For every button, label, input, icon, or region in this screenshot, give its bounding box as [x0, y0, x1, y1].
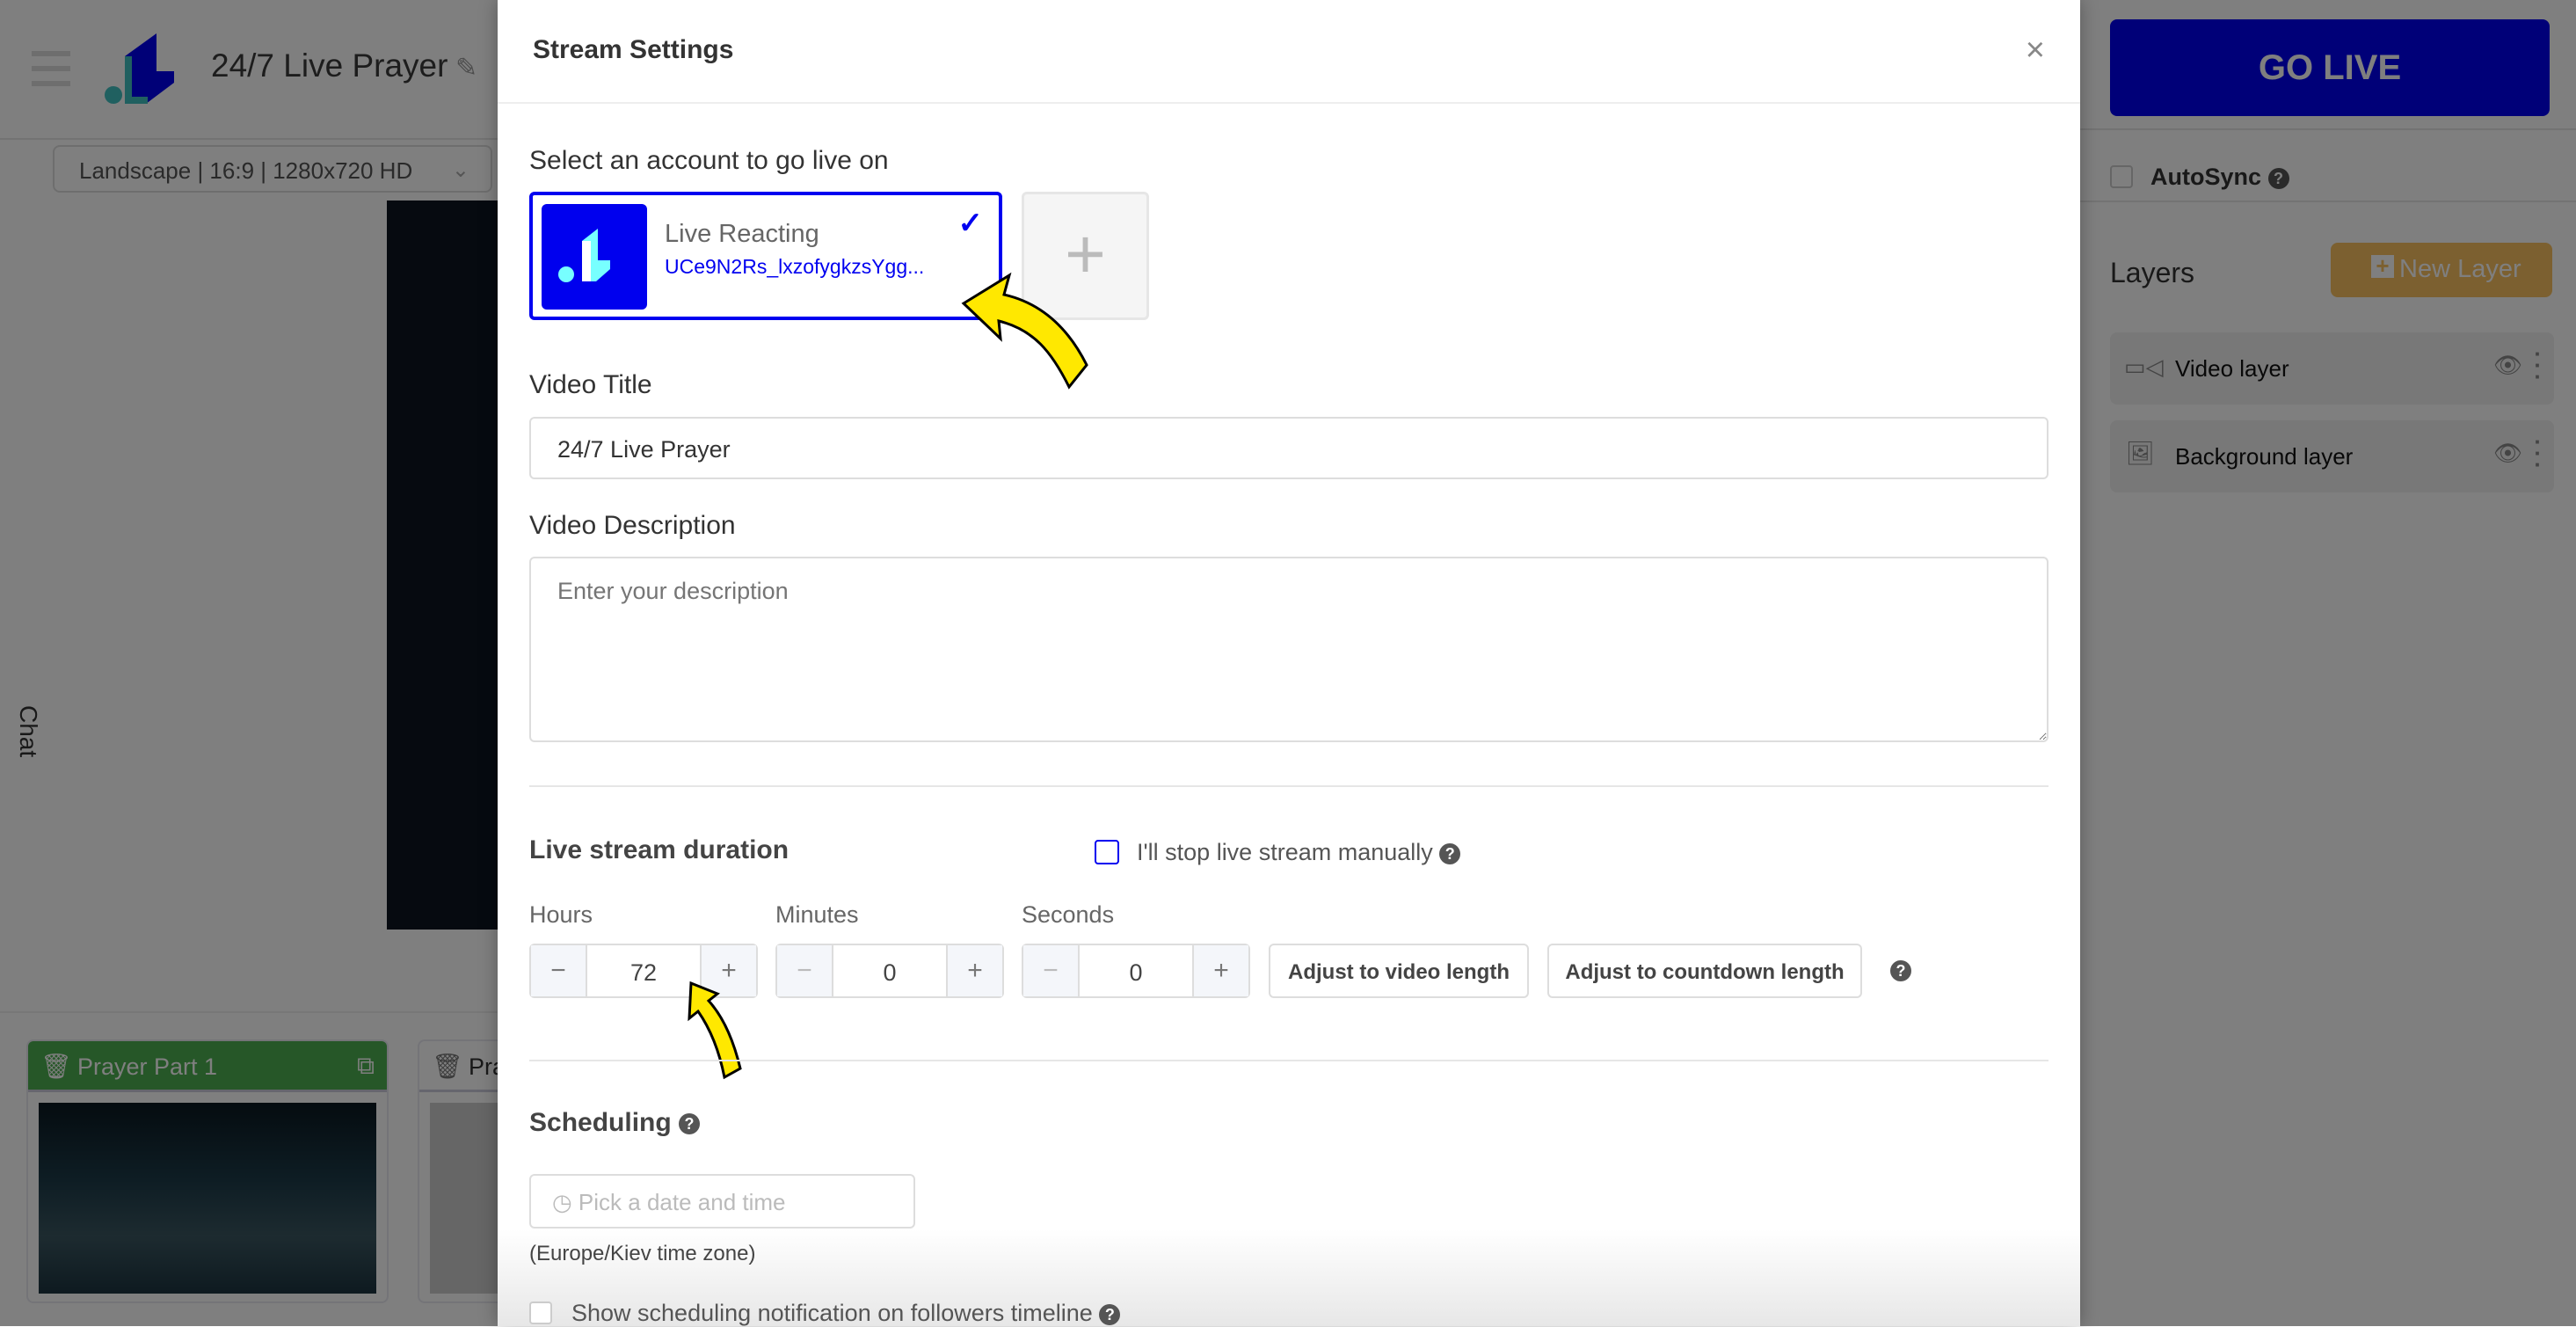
- increment-button[interactable]: +: [948, 945, 1002, 996]
- scheduling-title: Scheduling: [529, 1108, 672, 1137]
- stop-manually-checkbox[interactable]: [1095, 840, 1119, 864]
- video-title-label: Video Title: [529, 370, 652, 399]
- seconds-input[interactable]: 0: [1078, 945, 1194, 996]
- modal-title: Stream Settings: [533, 35, 734, 64]
- close-icon[interactable]: ×: [2026, 32, 2045, 69]
- help-icon[interactable]: ?: [1099, 1303, 1121, 1325]
- help-icon[interactable]: ?: [1890, 960, 1911, 981]
- adjust-video-length-button[interactable]: Adjust to video length: [1269, 944, 1529, 998]
- hours-label: Hours: [529, 901, 593, 928]
- show-notification-checkbox[interactable]: [529, 1301, 552, 1324]
- account-section-label: Select an account to go live on: [529, 146, 889, 175]
- clock-icon: ◷: [552, 1189, 572, 1215]
- stream-settings-modal: Stream Settings × Select an account to g…: [498, 0, 2080, 1326]
- minutes-stepper: −0 +: [775, 944, 1004, 998]
- account-avatar: [542, 204, 647, 310]
- decrement-button[interactable]: −: [531, 945, 586, 996]
- decrement-button[interactable]: −: [1023, 945, 1078, 996]
- minutes-label: Minutes: [775, 901, 859, 928]
- check-icon: ✓: [957, 207, 984, 240]
- video-title-input[interactable]: 24/7 Live Prayer: [529, 417, 2048, 479]
- date-time-picker[interactable]: ◷ Pick a date and time: [529, 1174, 915, 1229]
- account-id: UCe9N2Rs_lxzofygkzsYgg...: [665, 255, 925, 278]
- decrement-button[interactable]: −: [777, 945, 832, 996]
- seconds-label: Seconds: [1022, 901, 1115, 928]
- seconds-stepper: −0 +: [1022, 944, 1250, 998]
- account-name: Live Reacting: [665, 220, 819, 248]
- adjust-countdown-length-button[interactable]: Adjust to countdown length: [1547, 944, 1862, 998]
- video-description-label: Video Description: [529, 511, 736, 540]
- minutes-input[interactable]: 0: [832, 945, 948, 996]
- increment-button[interactable]: +: [1194, 945, 1248, 996]
- help-icon[interactable]: ?: [1439, 842, 1461, 864]
- stop-manually-label: I'll stop live stream manually: [1137, 839, 1433, 865]
- help-icon[interactable]: ?: [679, 1113, 701, 1135]
- show-notification-label: Show scheduling notification on follower…: [571, 1300, 1093, 1326]
- duration-title: Live stream duration: [529, 835, 790, 864]
- annotation-arrow: [961, 272, 1088, 390]
- timezone-note: (Europe/Kiev time zone): [529, 1242, 756, 1265]
- video-description-textarea[interactable]: [529, 557, 2048, 742]
- date-placeholder: Pick a date and time: [578, 1189, 786, 1215]
- annotation-arrow: [688, 981, 742, 1080]
- account-card[interactable]: Live Reacting UCe9N2Rs_lxzofygkzsYgg... …: [529, 192, 1002, 320]
